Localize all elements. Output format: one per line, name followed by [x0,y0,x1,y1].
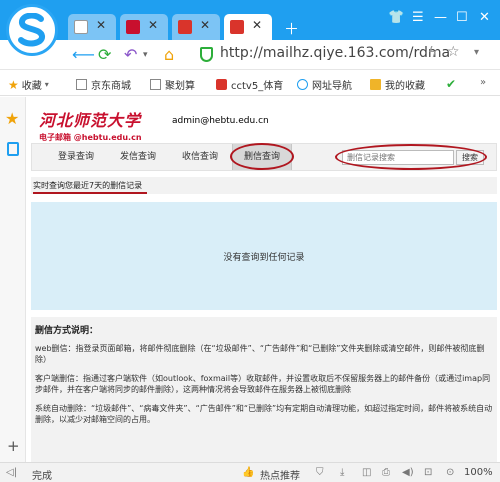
minimize-icon[interactable]: — [434,10,447,25]
browser-tab[interactable]: ✕ [68,14,116,40]
status-text: 完成 [32,471,52,482]
zoom-icon[interactable]: ⊙ [446,467,454,478]
lock-icon[interactable]: ⊡ [424,467,432,478]
browser-title-bar: ✕ ✕ ✕ ✕ ＋ 👕 ☰ — ☐ ✕ [0,0,500,40]
close-tab-icon[interactable]: ✕ [148,18,158,32]
checkmark-icon: ✔ [446,77,457,91]
bookmark-item[interactable]: 京东商城 [76,77,131,92]
annotation-underline [33,192,147,194]
star-icon: ★ [8,77,19,92]
bookmark-item[interactable]: 聚划算 [150,77,195,92]
menu-icon[interactable]: ☰ [412,10,424,25]
maximize-icon[interactable]: ☐ [456,10,468,25]
bookmark-item[interactable]: 网址导航 [297,77,352,92]
folder-icon [370,79,381,90]
recommend-link[interactable]: 热点推荐 [260,467,300,482]
new-tab-icon[interactable]: ＋ [284,18,299,39]
close-tab-icon[interactable]: ✕ [200,18,210,32]
page-icon [150,79,161,90]
netease-mail-icon [230,20,244,34]
school-logo: 河北师范大学 电子邮箱 @hebtu.edu.cn [39,107,142,143]
annotation-circle [230,143,294,170]
hebtu-icon [126,20,140,34]
help-section: 删信方式说明： web删信：指登录页面邮箱，将邮件彻底删除（在“垃圾邮件”、“广… [31,317,497,462]
zoom-level[interactable]: 100% [464,467,493,478]
chevron-down-icon: ▾ [44,80,49,89]
page-icon [76,79,87,90]
page-content: 河北师范大学 电子邮箱 @hebtu.edu.cn admin@hebtu.ed… [27,97,500,462]
more-icon[interactable]: » [480,77,486,88]
chevron-down-icon[interactable]: ▾ [143,50,148,60]
query-hint-text: 实时查询您最近7天的删信记录 [33,181,143,190]
results-panel: 没有查询到任何记录 [31,202,497,310]
bookmarks-bar: ★ 收藏 ▾ 京东商城 聚划算 cctv5_体育 网址导航 我的收藏 ✔ » [0,71,500,96]
account-email: admin@hebtu.edu.cn [172,116,269,126]
globe-icon [297,79,308,90]
back-icon[interactable]: ⟵ [72,45,95,64]
bookmark-label: 收藏 [21,81,42,92]
print-icon[interactable]: ⎙ [382,467,390,478]
browser-sidebar: ★ + [0,97,26,462]
address-bar[interactable]: http://mailhz.qiye.163.com/rdma ϟ ☆ ▾ [196,43,500,67]
close-window-icon[interactable]: ✕ [479,10,490,25]
query-tabs-bar: 登录查询 发信查询 收信查询 删信查询 搜索 [31,143,497,171]
page-icon [74,20,88,34]
bookmark-label: 我的收藏 [385,81,425,92]
url-text[interactable]: http://mailhz.qiye.163.com/rdma [220,45,450,61]
add-icon[interactable]: + [7,437,20,455]
help-title: 删信方式说明： [35,326,99,336]
bookmark-favorites[interactable]: ★ 收藏 ▾ [8,77,49,93]
netease-mail-icon [178,20,192,34]
star-icon[interactable]: ☆ [447,44,460,60]
undo-icon[interactable]: ↶ [124,45,137,64]
notes-icon[interactable] [7,142,19,156]
bookmark-label: 网址导航 [312,81,352,92]
help-paragraph-client: 客户端删信：指通过客户端软件（如outlook、foxmail等）收取邮件，并设… [35,374,491,394]
help-paragraph-system: 系统自动删除：“垃圾邮件”、“病毒文件夹”、“广告邮件”和“已删除”均有定期自动… [35,404,493,424]
browser-tab[interactable]: ✕ [172,14,220,40]
bookmark-item[interactable]: ✔ [446,77,456,91]
sidebar-toggle-icon[interactable]: ◁| [6,467,17,478]
close-tab-icon[interactable]: ✕ [96,18,106,32]
refresh-icon[interactable]: ⟳ [98,45,111,64]
tab-login-query[interactable]: 登录查询 [46,144,106,170]
bookmark-item[interactable]: cctv5_体育 [216,77,283,92]
camera-icon[interactable]: ◫ [362,467,371,478]
tab-received-query[interactable]: 收信查询 [170,144,230,170]
browser-tab[interactable]: ✕ [120,14,168,40]
annotation-circle [335,144,487,170]
empty-results-text: 没有查询到任何记录 [223,253,305,263]
speaker-icon[interactable]: ◀) [402,467,414,478]
navigation-bar: ⟵ ⟳ ↶ ▾ ⌂ http://mailhz.qiye.163.com/rdm… [0,40,500,70]
browser-tab-active[interactable]: ✕ [224,14,272,40]
tab-sent-query[interactable]: 发信查询 [108,144,168,170]
chevron-down-icon[interactable]: ▾ [474,47,479,58]
cctv-icon [216,79,227,90]
bookmark-label: 聚划算 [165,81,195,92]
security-shield-icon [200,47,213,62]
bookmark-label: 京东商城 [91,81,131,92]
help-paragraph-web: web删信：指登录页面邮箱，将邮件彻底删除（在“垃圾邮件”、“广告邮件”和“已删… [35,344,485,364]
query-hint: 实时查询您最近7天的删信记录 [31,177,497,194]
lightning-icon[interactable]: ϟ [428,45,437,61]
skin-icon[interactable]: 👕 [388,10,404,25]
browser-logo-icon[interactable] [6,4,58,56]
brand-subtitle: 电子邮箱 @hebtu.edu.cn [39,133,142,142]
status-bar: ◁| 完成 👍 热点推荐 ⛉ ⤓ ◫ ⎙ ◀) ⊡ ⊙ 100% [0,462,500,482]
bookmark-label: cctv5_体育 [231,81,284,92]
thumbs-up-icon[interactable]: 👍 [242,467,254,478]
shield-icon[interactable]: ⛉ [316,467,324,478]
star-icon[interactable]: ★ [5,109,19,128]
home-icon[interactable]: ⌂ [164,45,174,64]
download-icon[interactable]: ⤓ [340,467,344,478]
close-tab-icon[interactable]: ✕ [252,18,262,32]
brand-title: 河北师范大学 [39,111,142,130]
bookmark-item[interactable]: 我的收藏 [370,77,425,92]
